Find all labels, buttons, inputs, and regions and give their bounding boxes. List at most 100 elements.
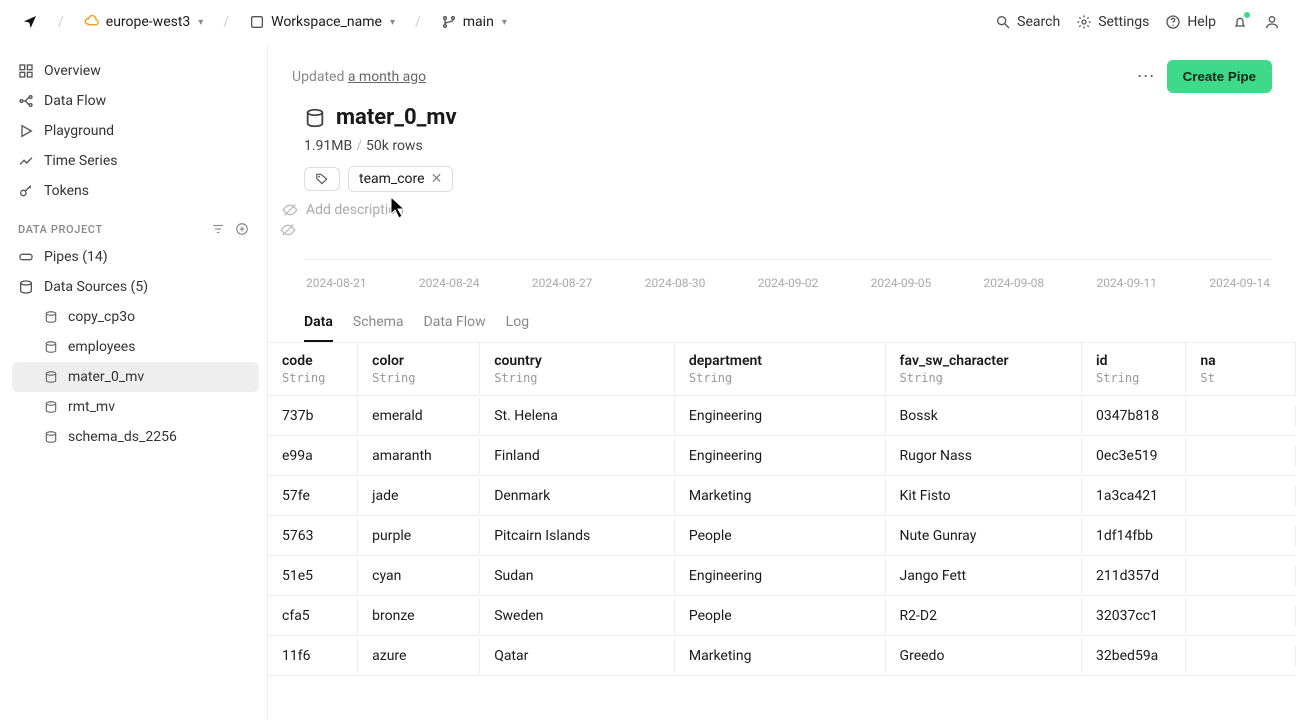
table-cell: jade xyxy=(358,478,480,514)
search-label: Search xyxy=(1017,14,1060,30)
add-tag-button[interactable] xyxy=(304,167,340,191)
sidebar-ds-item[interactable]: schema_ds_2256 xyxy=(12,422,259,452)
ds-item-label: copy_cp3o xyxy=(68,309,135,325)
sidebar-item-datasources[interactable]: Data Sources (5) xyxy=(8,272,259,302)
table-cell: 11f6 xyxy=(268,638,358,674)
chart-tick: 2024-08-30 xyxy=(645,276,706,290)
table-header[interactable]: colorString xyxy=(358,343,480,395)
table-cell: purple xyxy=(358,518,480,554)
col-name: code xyxy=(282,353,343,369)
chart-tick: 2024-09-02 xyxy=(758,276,819,290)
workspace-icon xyxy=(249,14,265,30)
tag-chip[interactable]: team_core ✕ xyxy=(348,166,453,192)
region-selector[interactable]: europe-west3 ▾ xyxy=(78,10,210,34)
col-type: String xyxy=(372,371,465,385)
table-cell: 0ec3e519 xyxy=(1082,438,1186,474)
tab-data[interactable]: Data xyxy=(304,314,333,342)
sidebar-ds-item[interactable]: copy_cp3o xyxy=(12,302,259,332)
help-label: Help xyxy=(1187,14,1216,30)
chevron-down-icon: ▾ xyxy=(390,17,395,28)
col-name: country xyxy=(494,353,660,369)
table-cell: 1df14fbb xyxy=(1082,518,1186,554)
table-header[interactable]: country String xyxy=(480,343,675,395)
user-icon xyxy=(1264,14,1280,30)
datasource-icon xyxy=(18,279,34,295)
tab-log[interactable]: Log xyxy=(506,314,529,342)
settings-button[interactable]: Settings xyxy=(1076,14,1149,30)
filter-icon[interactable] xyxy=(211,222,225,236)
chart-tick: 2024-09-11 xyxy=(1096,276,1157,290)
chart-tick: 2024-08-21 xyxy=(306,276,367,290)
table-cell xyxy=(1186,606,1296,626)
table-cell: Bossk xyxy=(886,398,1082,434)
table-cell: Marketing xyxy=(675,478,886,514)
table-row[interactable]: e99aamaranthFinlandEngineeringRugor Nass… xyxy=(268,436,1296,476)
table-cell: emerald xyxy=(358,398,480,434)
sidebar-item-tokens[interactable]: Tokens xyxy=(8,176,259,206)
sidebar-ds-item[interactable]: employees xyxy=(12,332,259,362)
profile-button[interactable] xyxy=(1264,14,1280,30)
table-header[interactable]: idString xyxy=(1082,343,1186,395)
chart-visibility-toggle[interactable] xyxy=(280,222,296,238)
col-type: String xyxy=(494,371,660,385)
table-cell: e99a xyxy=(268,438,358,474)
sidebar-item-label: Overview xyxy=(44,63,101,79)
sidebar-item-overview[interactable]: Overview xyxy=(8,56,259,86)
search-button[interactable]: Search xyxy=(995,14,1060,30)
create-pipe-button[interactable]: Create Pipe xyxy=(1167,60,1272,93)
close-icon[interactable]: ✕ xyxy=(431,171,443,187)
table-cell xyxy=(1186,566,1296,586)
table-cell: Sudan xyxy=(480,558,675,594)
table-cell: Finland xyxy=(480,438,675,474)
col-type: St xyxy=(1200,371,1281,385)
table-cell: Engineering xyxy=(675,438,886,474)
table-cell: Rugor Nass xyxy=(886,438,1082,474)
timeline-chart xyxy=(304,234,1272,270)
search-icon xyxy=(995,14,1011,30)
sidebar-ds-item[interactable]: rmt_mv xyxy=(12,392,259,422)
table-row[interactable]: 737bemeraldSt. HelenaEngineeringBossk034… xyxy=(268,396,1296,436)
help-button[interactable]: Help xyxy=(1165,14,1216,30)
tab-schema[interactable]: Schema xyxy=(353,314,404,342)
table-row[interactable]: 51e5cyanSudanEngineeringJango Fett211d35… xyxy=(268,556,1296,596)
table-row[interactable]: 5763purplePitcairn IslandsPeopleNute Gun… xyxy=(268,516,1296,556)
table-cell xyxy=(1186,646,1296,666)
more-menu[interactable]: ⋯ xyxy=(1137,66,1155,87)
branch-selector[interactable]: main ▾ xyxy=(435,10,513,34)
workspace-selector[interactable]: Workspace_name ▾ xyxy=(243,10,401,34)
table-header[interactable]: fav_sw_characterString xyxy=(886,343,1082,395)
updated-link[interactable]: a month ago xyxy=(348,69,426,85)
nav-home[interactable] xyxy=(16,10,44,34)
chevron-down-icon: ▾ xyxy=(198,17,203,28)
sidebar-ds-item[interactable]: mater_0_mv xyxy=(12,362,259,392)
sidebar-item-timeseries[interactable]: Time Series xyxy=(8,146,259,176)
table-header[interactable]: codeString xyxy=(268,343,358,395)
location-arrow-icon xyxy=(22,14,38,30)
sidebar-item-pipes[interactable]: Pipes (14) xyxy=(8,242,259,272)
sidebar-item-dataflow[interactable]: Data Flow xyxy=(8,86,259,116)
branch-label: main xyxy=(463,14,494,30)
bell-icon xyxy=(1232,14,1248,30)
table-header[interactable]: naSt xyxy=(1186,343,1296,395)
table-row[interactable]: 57fejadeDenmarkMarketingKit Fisto1a3ca42… xyxy=(268,476,1296,516)
table-header[interactable]: departmentString xyxy=(675,343,886,395)
workspace-label: Workspace_name xyxy=(271,14,382,30)
sidebar-item-label: Data Sources (5) xyxy=(44,279,148,295)
table-cell: Denmark xyxy=(480,478,675,514)
cloud-region-icon xyxy=(84,14,100,30)
description-input[interactable]: Add description xyxy=(306,202,404,218)
notifications-button[interactable] xyxy=(1232,14,1248,30)
sidebar-item-label: Playground xyxy=(44,123,114,139)
chart-x-axis: 2024-08-212024-08-242024-08-272024-08-30… xyxy=(304,276,1272,290)
col-name: department xyxy=(689,353,871,369)
table-cell: 211d357d xyxy=(1082,558,1186,594)
datasource-icon xyxy=(44,400,58,414)
table-cell: amaranth xyxy=(358,438,480,474)
sidebar-item-label: Time Series xyxy=(44,153,117,169)
tab-dataflow[interactable]: Data Flow xyxy=(424,314,486,342)
breadcrumb-sep: / xyxy=(415,14,421,30)
table-row[interactable]: 11f6azureQatarMarketingGreedo32bed59a xyxy=(268,636,1296,676)
sidebar-item-playground[interactable]: Playground xyxy=(8,116,259,146)
add-icon[interactable] xyxy=(235,222,249,236)
table-row[interactable]: cfa5bronzeSwedenPeopleR2-D232037cc1 xyxy=(268,596,1296,636)
